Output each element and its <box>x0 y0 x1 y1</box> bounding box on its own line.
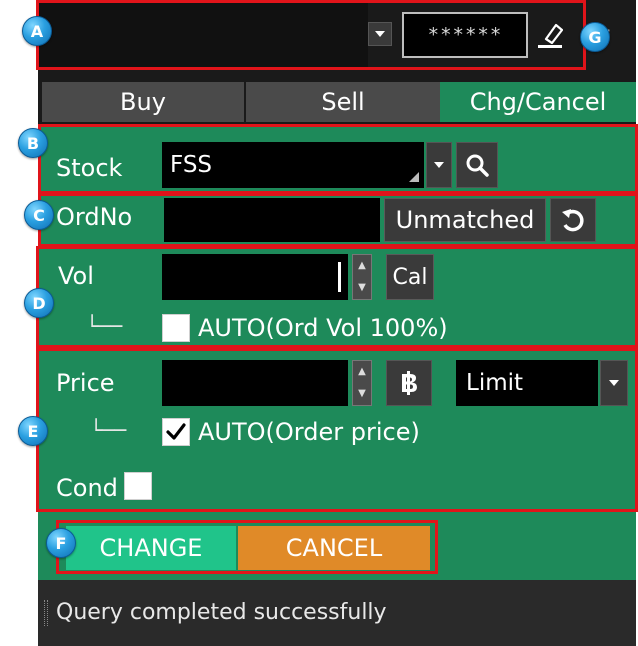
price-input[interactable] <box>162 360 348 406</box>
calculate-button[interactable]: Cal <box>386 254 434 300</box>
price-label: Price <box>56 369 115 397</box>
unmatched-button[interactable]: Unmatched <box>384 198 546 242</box>
auto-price-checkbox[interactable] <box>162 418 190 446</box>
marker-c: C <box>24 200 54 230</box>
resize-grip-icon <box>409 172 419 182</box>
clear-button[interactable] <box>532 12 568 58</box>
stock-search-button[interactable] <box>456 142 498 188</box>
volume-stepper[interactable]: ▲ ▼ <box>352 254 372 300</box>
condition-checkbox[interactable] <box>124 472 152 500</box>
order-no-input[interactable] <box>164 198 380 242</box>
marker-b: B <box>18 128 48 158</box>
marker-d: D <box>24 288 54 318</box>
auto-price-label: AUTO(Order price) <box>198 418 420 446</box>
chevron-down-icon <box>434 162 444 168</box>
volume-input[interactable] <box>162 254 348 300</box>
refresh-button[interactable] <box>550 198 596 242</box>
increment-icon[interactable]: ▲ <box>353 361 371 383</box>
decrement-icon[interactable]: ▼ <box>353 277 371 299</box>
account-selector[interactable] <box>38 0 368 68</box>
tab-sell[interactable]: Sell <box>246 82 440 122</box>
eraser-icon <box>538 23 563 48</box>
baht-icon <box>402 371 417 395</box>
decrement-icon[interactable]: ▼ <box>353 383 371 405</box>
tab-buy[interactable]: Buy <box>42 82 244 122</box>
condition-label: Cond <box>56 474 118 502</box>
volume-tree-connector: └── <box>86 314 123 338</box>
status-message: Query completed successfully <box>56 600 387 625</box>
stock-input[interactable]: FSS <box>162 142 424 188</box>
volume-input-caret <box>338 262 341 292</box>
search-icon <box>466 154 489 177</box>
cancel-button[interactable]: CANCEL <box>238 526 430 570</box>
order-panel: ****** ⁝ Buy Sell Chg/Cancel Stock FSS O… <box>38 0 636 646</box>
volume-label: Vol <box>58 262 94 290</box>
chevron-down-icon <box>375 31 385 37</box>
chevron-down-icon <box>609 380 619 386</box>
status-grip-icon <box>44 600 48 626</box>
marker-e: E <box>18 416 48 446</box>
price-tree-connector: └── <box>90 418 127 442</box>
tab-chg-cancel[interactable]: Chg/Cancel <box>440 82 636 122</box>
account-dropdown-button[interactable] <box>368 22 392 46</box>
marker-g: G <box>580 22 610 52</box>
price-type-dropdown-button[interactable] <box>600 360 628 406</box>
baht-price-button[interactable] <box>386 360 432 406</box>
checkmark-icon <box>166 423 186 440</box>
stock-dropdown-button[interactable] <box>426 142 452 188</box>
refresh-icon <box>562 209 584 232</box>
marker-f: F <box>46 528 76 558</box>
stock-label: Stock <box>56 154 123 182</box>
auto-volume-checkbox[interactable] <box>162 314 190 342</box>
order-no-label: OrdNo <box>56 203 133 231</box>
price-stepper[interactable]: ▲ ▼ <box>352 360 372 406</box>
price-type-select[interactable]: Limit <box>456 360 598 406</box>
password-field[interactable]: ****** <box>402 12 528 58</box>
change-button[interactable]: CHANGE <box>66 526 236 570</box>
auto-volume-label: AUTO(Ord Vol 100%) <box>198 314 448 342</box>
marker-a: A <box>22 16 52 46</box>
increment-icon[interactable]: ▲ <box>353 255 371 277</box>
